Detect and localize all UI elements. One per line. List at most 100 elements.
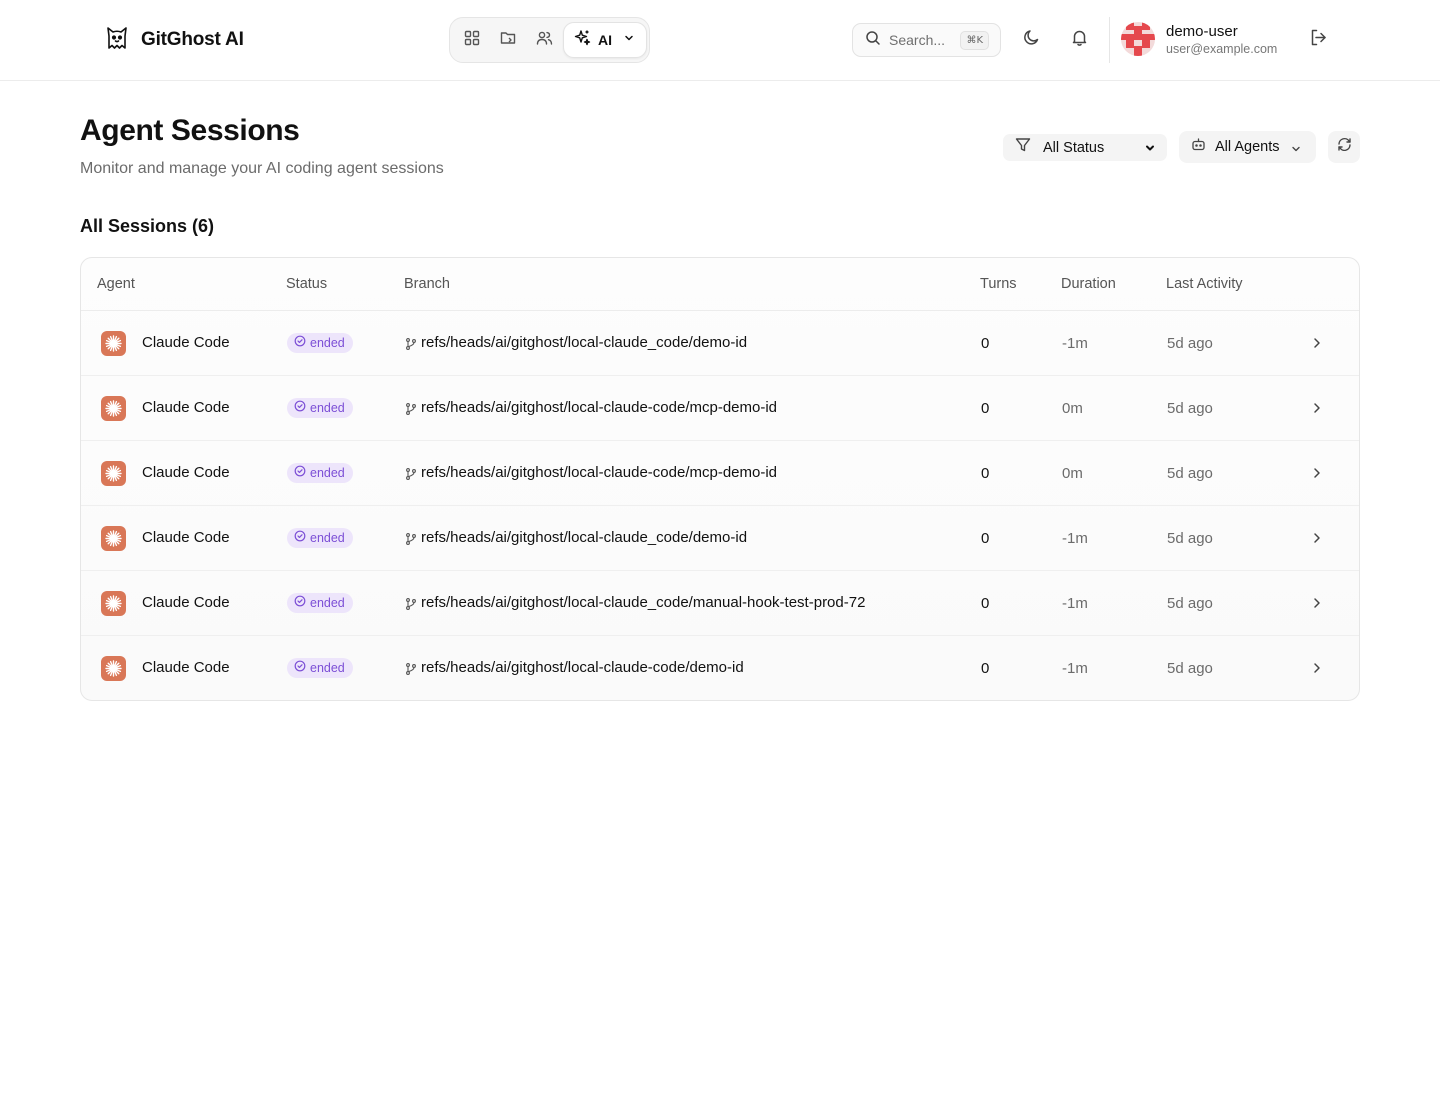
chevron-right-icon[interactable]: [1310, 401, 1324, 420]
refresh-icon: [1337, 137, 1352, 157]
refresh-button[interactable]: [1328, 131, 1360, 163]
claude-logo-icon: [101, 526, 126, 551]
team-icon: [536, 30, 553, 51]
column-header-last-activity: Last Activity: [1166, 276, 1243, 292]
table-row[interactable]: Claude Code ended refs/heads/ai/gitghost…: [81, 636, 1359, 700]
last-activity: 5d ago: [1167, 530, 1213, 547]
chevron-right-icon[interactable]: [1310, 531, 1324, 550]
turns-count: 0: [981, 660, 990, 677]
turns-count: 0: [981, 465, 990, 482]
table-row[interactable]: Claude Code ended refs/heads/ai/gitghost…: [81, 441, 1359, 506]
theme-toggle-button[interactable]: [1013, 22, 1049, 58]
last-activity: 5d ago: [1167, 400, 1213, 417]
check-circle-icon: [294, 399, 306, 417]
table-header: Agent Status Branch Turns Duration Last …: [81, 258, 1359, 311]
turns-count: 0: [981, 335, 990, 352]
duration-value: -1m: [1062, 660, 1088, 677]
duration-value: -1m: [1062, 595, 1088, 612]
nav-dashboard[interactable]: [456, 24, 488, 56]
app-name: GitGhost AI: [141, 29, 244, 50]
nav-team[interactable]: [528, 24, 560, 56]
git-branch-icon: [405, 402, 417, 420]
turns-count: 0: [981, 530, 990, 547]
user-name: demo-user: [1166, 23, 1238, 40]
repository-icon: [500, 30, 517, 51]
git-branch-icon: [405, 532, 417, 550]
claude-logo-icon: [101, 396, 126, 421]
branch-name: refs/heads/ai/gitghost/local-claude_code…: [421, 529, 748, 546]
status-text: ended: [310, 596, 345, 610]
check-circle-icon: [294, 659, 306, 677]
status-badge: ended: [287, 463, 353, 483]
chevron-down-icon: [1290, 142, 1302, 160]
logout-button[interactable]: [1300, 22, 1336, 58]
last-activity: 5d ago: [1167, 465, 1213, 482]
chevron-right-icon[interactable]: [1310, 336, 1324, 355]
last-activity: 5d ago: [1167, 335, 1213, 352]
ghost-cat-icon: [103, 24, 131, 57]
brand[interactable]: GitGhost AI: [103, 24, 244, 56]
search-input[interactable]: Search... ⌘K: [852, 23, 1001, 57]
agent-name: Claude Code: [142, 399, 230, 416]
chevron-right-icon[interactable]: [1310, 466, 1324, 485]
column-header-duration: Duration: [1061, 276, 1116, 292]
status-badge: ended: [287, 333, 353, 353]
header-divider: [1109, 17, 1110, 63]
avatar[interactable]: [1121, 22, 1155, 56]
duration-value: 0m: [1062, 465, 1083, 482]
status-text: ended: [310, 531, 345, 545]
status-badge: ended: [287, 658, 353, 678]
check-circle-icon: [294, 594, 306, 612]
notifications-button[interactable]: [1061, 22, 1097, 58]
duration-value: 0m: [1062, 400, 1083, 417]
sessions-table: Agent Status Branch Turns Duration Last …: [80, 257, 1360, 701]
status-filter-select[interactable]: All Status: [1003, 134, 1167, 161]
page-title: Agent Sessions: [80, 114, 300, 147]
bell-icon: [1070, 28, 1089, 52]
table-row[interactable]: Claude Code ended refs/heads/ai/gitghost…: [81, 571, 1359, 636]
branch-name: refs/heads/ai/gitghost/local-claude_code…: [421, 594, 866, 611]
status-badge: ended: [287, 528, 353, 548]
branch-name: refs/heads/ai/gitghost/local-claude-code…: [421, 399, 778, 416]
status-badge: ended: [287, 398, 353, 418]
chevron-down-icon: [1144, 141, 1156, 159]
chevron-right-icon[interactable]: [1310, 661, 1324, 680]
filter-icon: [1015, 137, 1031, 158]
claude-logo-icon: [101, 591, 126, 616]
agent-name: Claude Code: [142, 529, 230, 546]
agent-name: Claude Code: [142, 594, 230, 611]
claude-logo-icon: [101, 331, 126, 356]
git-branch-icon: [405, 662, 417, 680]
git-branch-icon: [405, 597, 417, 615]
sparkles-icon: [574, 29, 591, 51]
column-header-status: Status: [286, 276, 328, 292]
nav-ai-dropdown[interactable]: AI: [563, 22, 647, 58]
agent-name: Claude Code: [142, 659, 230, 676]
branch-name: refs/heads/ai/gitghost/local-claude-code…: [421, 464, 778, 481]
agent-name: Claude Code: [142, 334, 230, 351]
nav-repositories[interactable]: [492, 24, 524, 56]
table-row[interactable]: Claude Code ended refs/heads/ai/gitghost…: [81, 506, 1359, 571]
duration-value: -1m: [1062, 530, 1088, 547]
status-badge: ended: [287, 593, 353, 613]
column-header-branch: Branch: [404, 276, 450, 292]
table-row[interactable]: Claude Code ended refs/heads/ai/gitghost…: [81, 376, 1359, 441]
search-shortcut: ⌘K: [960, 31, 989, 50]
top-header: GitGhost AI AI Search... ⌘K demo-user us…: [0, 0, 1440, 81]
moon-icon: [1022, 28, 1041, 52]
last-activity: 5d ago: [1167, 660, 1213, 677]
check-circle-icon: [294, 464, 306, 482]
chevron-right-icon[interactable]: [1310, 596, 1324, 615]
table-row[interactable]: Claude Code ended refs/heads/ai/gitghost…: [81, 311, 1359, 376]
agent-filter-value: All Agents: [1215, 139, 1280, 155]
sessions-section-title: All Sessions (6): [80, 216, 215, 236]
status-text: ended: [310, 336, 345, 350]
status-text: ended: [310, 401, 345, 415]
claude-logo-icon: [101, 461, 126, 486]
agent-filter-dropdown[interactable]: All Agents: [1179, 131, 1316, 163]
bot-icon: [1191, 137, 1206, 157]
branch-name: refs/heads/ai/gitghost/local-claude-code…: [421, 659, 744, 676]
check-circle-icon: [294, 529, 306, 547]
logout-icon: [1309, 28, 1328, 52]
turns-count: 0: [981, 400, 990, 417]
